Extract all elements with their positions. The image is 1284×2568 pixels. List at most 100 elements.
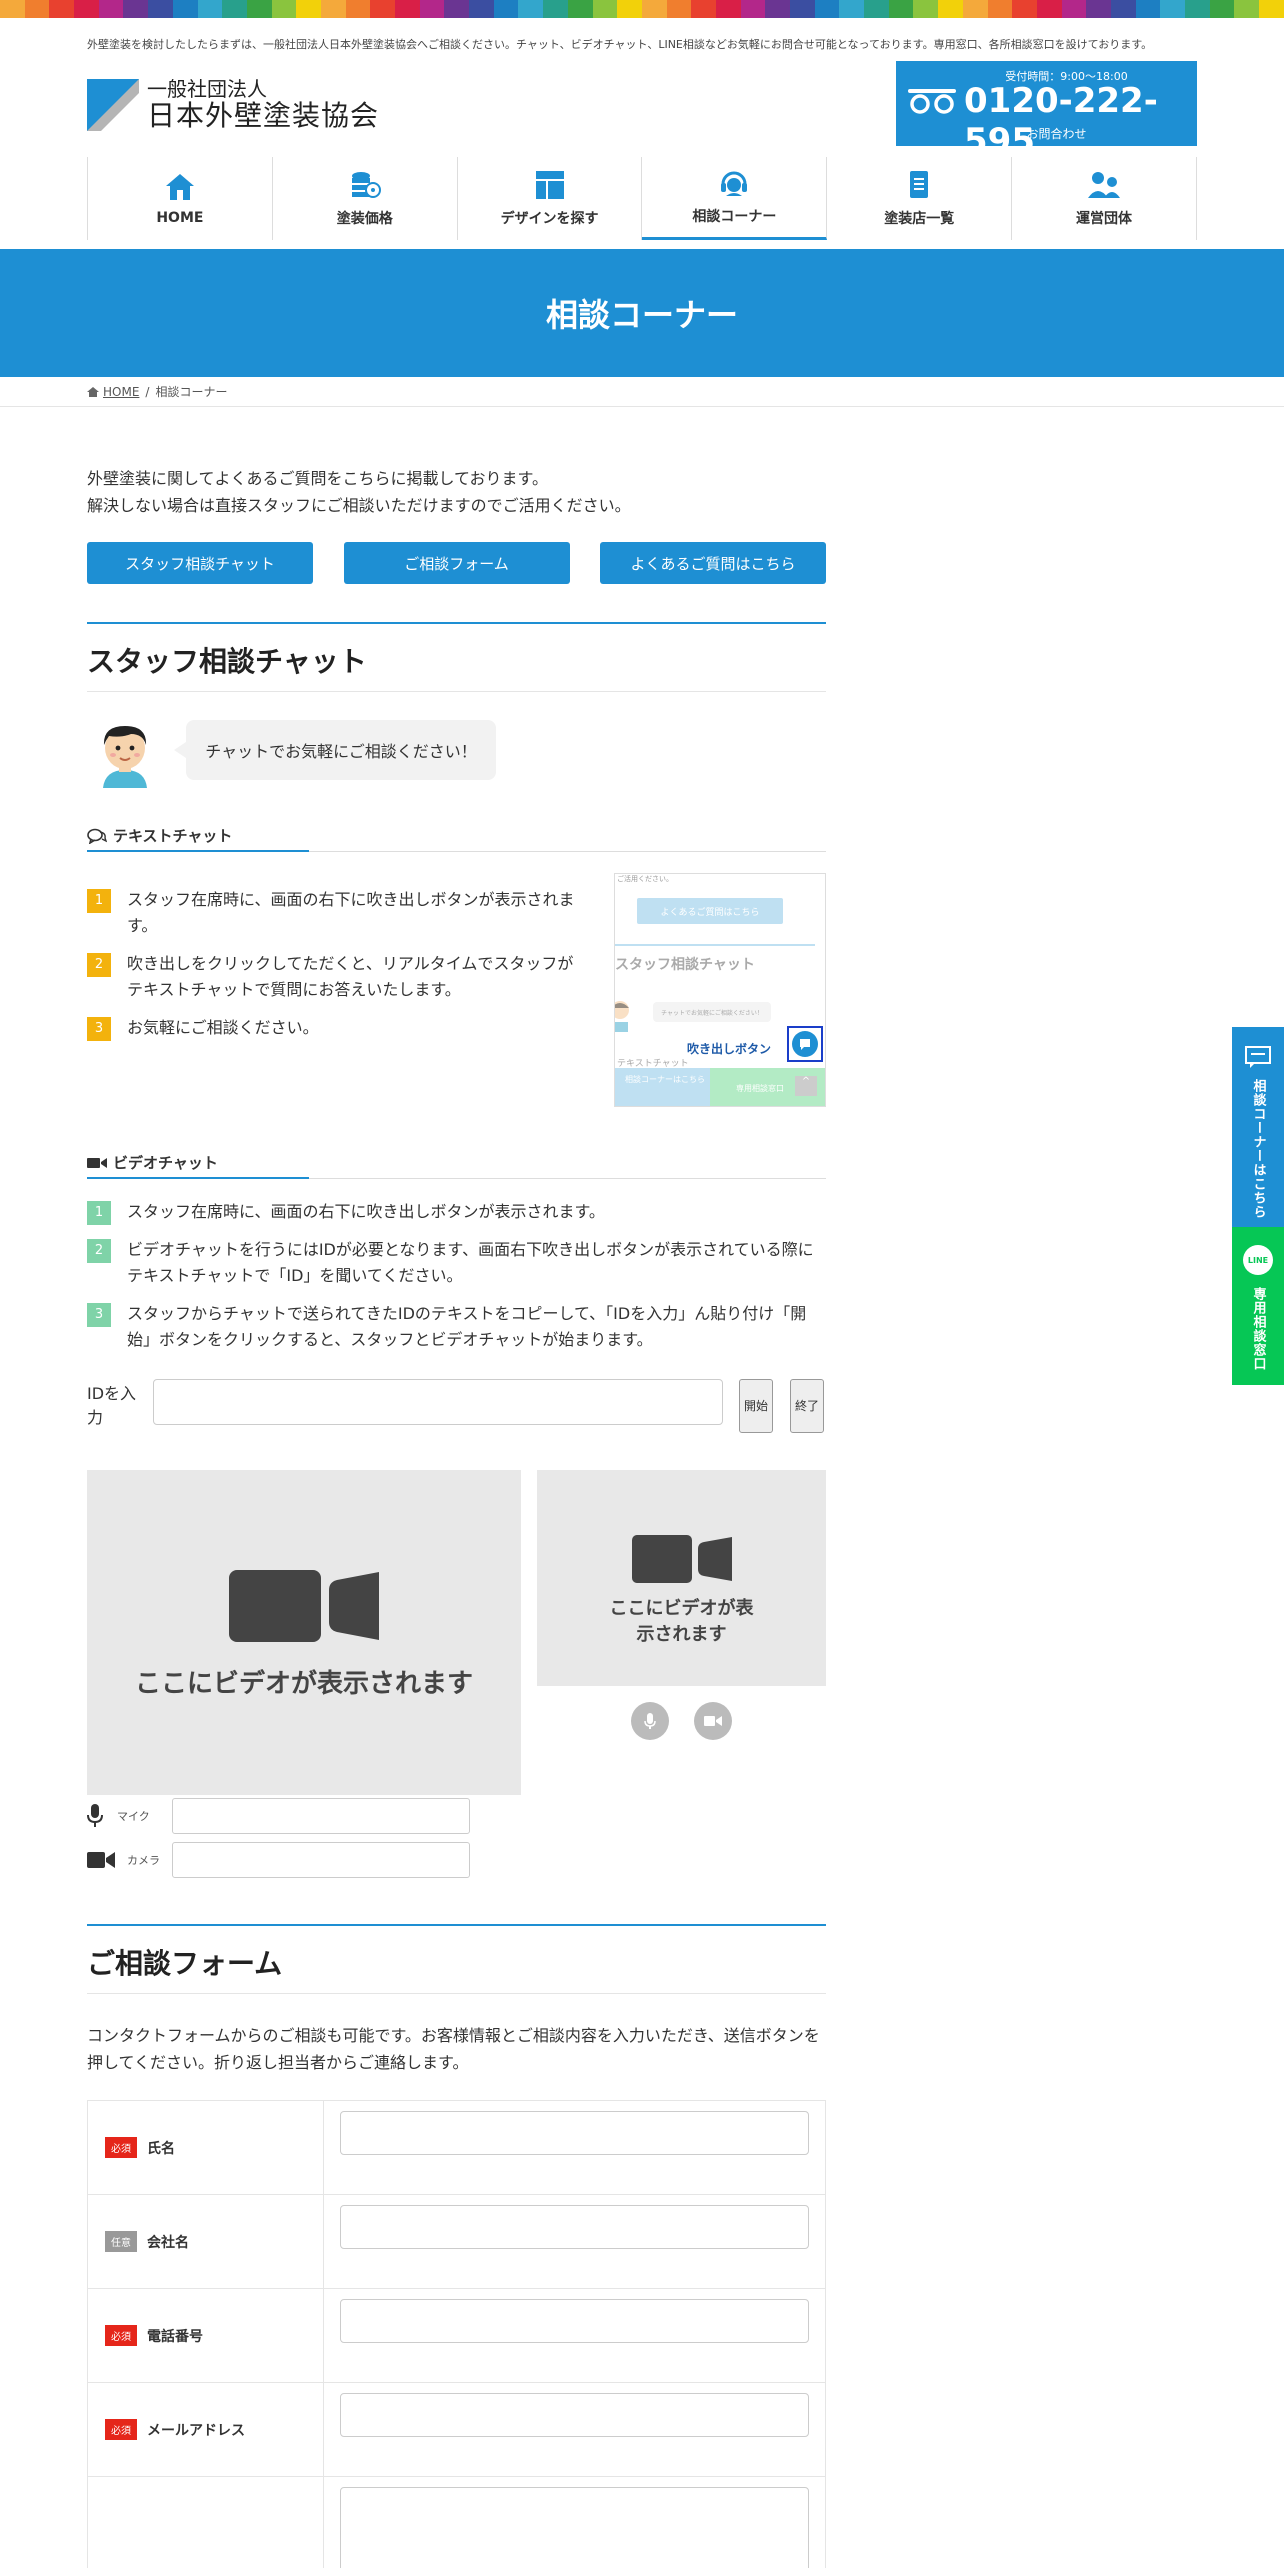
- rainbow-segment: [715, 0, 741, 18]
- shot-corner-tab: 相談コーナーはこちら: [615, 1068, 710, 1106]
- global-nav: HOME 塗装価格 デザインを探す 相談コーナー 塗装店一覧 運営団体: [87, 157, 1197, 240]
- nav-label: 塗装価格: [336, 210, 393, 227]
- form-row-email: 必須 メールアドレス: [87, 2383, 826, 2477]
- id-entry-row: IDを入力 開始 終了: [87, 1378, 826, 1434]
- subhead-label: テキストチャット: [113, 827, 233, 845]
- side-tab-line[interactable]: LINE 専用相談窓口: [1232, 1227, 1284, 1385]
- nav-item-shops[interactable]: 塗装店一覧: [827, 157, 1013, 240]
- rainbow-segment: [641, 0, 667, 18]
- optional-badge: 任意: [105, 2231, 137, 2252]
- side-tab-label: 専用相談窓口: [1250, 1287, 1266, 1371]
- start-button[interactable]: 開始: [739, 1379, 773, 1433]
- required-badge: 必須: [105, 2325, 137, 2346]
- camera-toggle-button[interactable]: [694, 1702, 732, 1740]
- people-icon: [1088, 171, 1121, 198]
- video-camera-icon: [87, 1157, 107, 1168]
- rainbow-segment: [913, 0, 939, 18]
- subhead-label: ビデオチャット: [113, 1154, 218, 1172]
- step-number: 3: [87, 1017, 111, 1041]
- staff-chat-button[interactable]: スタッフ相談チャット: [87, 542, 313, 584]
- rainbow-segment: [1061, 0, 1087, 18]
- nav-item-price[interactable]: 塗装価格: [273, 157, 458, 240]
- nav-label: 塗装店一覧: [884, 210, 955, 227]
- mic-label: マイク: [117, 1810, 150, 1823]
- form-intro-text: コンタクトフォームからのご相談も可能です。お客様情報とご相談内容を入力いただき、…: [87, 2026, 820, 2072]
- rainbow-segment: [592, 0, 618, 18]
- coins-icon: [351, 171, 381, 198]
- shot-scroll-top-icon: ^: [795, 1076, 817, 1096]
- form-row-company: 任意 会社名: [87, 2195, 826, 2289]
- step-item: 3 お気軽にご相談ください。: [87, 1015, 587, 1041]
- intro-line: 解決しない場合は直接スタッフにご相談いただけますのでご活用ください。: [87, 496, 631, 515]
- chat-icon: [1245, 1046, 1271, 1068]
- nav-item-design[interactable]: デザインを探す: [458, 157, 643, 240]
- chat-icon: [800, 1039, 810, 1050]
- chat-screenshot-example: ご活用ください。 よくあるご質問はこちら スタッフ相談チャット チャットでお気軽…: [614, 873, 826, 1107]
- rainbow-segment: [1012, 0, 1037, 18]
- id-input[interactable]: [153, 1379, 723, 1425]
- camera-label: カメラ: [127, 1854, 160, 1867]
- microphone-icon: [87, 1804, 103, 1827]
- rainbow-segment: [469, 0, 494, 18]
- nav-label: HOME: [156, 209, 204, 226]
- nav-item-home[interactable]: HOME: [88, 157, 273, 240]
- rainbow-segment: [864, 0, 889, 18]
- rainbow-segment: [246, 0, 272, 18]
- email-input[interactable]: [340, 2393, 809, 2437]
- step-item: 2 吹き出しをクリックしてただくと、リアルタイムでスタッフがテキストチャットで質問…: [87, 951, 587, 1003]
- rainbow-segment: [617, 0, 642, 18]
- message-textarea[interactable]: [340, 2487, 809, 2568]
- intro-text: 外壁塗装に関してよくあるご質問をこちらに掲載しております。 解決しない場合は直接…: [87, 465, 631, 519]
- section-title-consult-form: ご相談フォーム: [87, 1924, 826, 1994]
- phone-input[interactable]: [340, 2299, 809, 2343]
- field-label: 電話番号: [147, 2328, 203, 2345]
- intro-line: 外壁塗装に関してよくあるご質問をこちらに掲載しております。: [87, 469, 548, 488]
- rainbow-segment: [320, 0, 346, 18]
- step-number: 1: [87, 889, 111, 913]
- rainbow-segment: [98, 0, 124, 18]
- nav-label: 運営団体: [1076, 210, 1133, 227]
- nav-item-organization[interactable]: 運営団体: [1012, 157, 1197, 240]
- site-logo[interactable]: 一般社団法人 日本外壁塗装協会: [87, 78, 379, 132]
- rainbow-segment: [345, 0, 371, 18]
- step-item: 1 スタッフ在席時に、画面の右下に吹き出しボタンが表示されます。: [87, 887, 587, 939]
- rainbow-segment: [0, 0, 25, 18]
- rainbow-segment: [1234, 0, 1260, 18]
- side-tab-consult-corner[interactable]: 相談コーナーはこちら: [1232, 1027, 1284, 1227]
- shot-faq-button: よくあるご質問はこちら: [637, 898, 783, 924]
- rainbow-segment: [148, 0, 173, 18]
- nav-item-consult[interactable]: 相談コーナー: [642, 157, 828, 240]
- mic-select[interactable]: [171, 1798, 470, 1834]
- camera-select-row: カメラ: [87, 1842, 470, 1878]
- rainbow-segment: [888, 0, 914, 18]
- end-button[interactable]: 終了: [790, 1379, 824, 1433]
- rainbow-segment: [24, 0, 50, 18]
- rainbow-segment: [1185, 0, 1210, 18]
- document-icon: [910, 170, 929, 198]
- house-icon: [165, 173, 194, 200]
- mic-toggle-button[interactable]: [631, 1702, 669, 1740]
- camera-select[interactable]: [172, 1842, 470, 1878]
- company-input[interactable]: [340, 2205, 809, 2249]
- microphone-icon: [644, 1713, 656, 1729]
- id-label: IDを入力: [87, 1384, 137, 1427]
- freedial-icon: [906, 87, 958, 119]
- video-camera-icon: [704, 1716, 722, 1726]
- faq-button[interactable]: よくあるご質問はこちら: [600, 542, 826, 584]
- phone-contact-box[interactable]: 受付時間：9:00〜18:00 0120-222-595 お問合わせ: [896, 61, 1197, 161]
- step-number: 2: [87, 1239, 111, 1263]
- logo-mark-icon: [87, 79, 139, 131]
- consult-form-button[interactable]: ご相談フォーム: [343, 542, 570, 584]
- name-input[interactable]: [340, 2111, 809, 2155]
- section-title-staff-chat: スタッフ相談チャット: [87, 622, 826, 692]
- header-notice: 外壁塗装を検討したしたらまずは、一般社団法人日本外壁塗装協会へご相談ください。チ…: [87, 38, 1153, 51]
- step-text: スタッフ在席時に、画面の右下に吹き出しボタンが表示されます。: [127, 1202, 605, 1221]
- rainbow-segment: [1209, 0, 1235, 18]
- shot-bubble: チャットでお気軽にご相談ください！: [653, 1002, 771, 1022]
- video-placeholder-text: ここにビデオが表示されます: [609, 1598, 754, 1645]
- line-icon: LINE: [1243, 1245, 1273, 1275]
- page-title: 相談コーナー: [0, 249, 1284, 377]
- rainbow-segment: [1259, 0, 1284, 18]
- breadcrumb-home-link[interactable]: HOME: [103, 385, 139, 399]
- step-item: 2 ビデオチャットを行うにはIDが必要となります、画面右下吹き出しボタンが表示され…: [87, 1237, 826, 1289]
